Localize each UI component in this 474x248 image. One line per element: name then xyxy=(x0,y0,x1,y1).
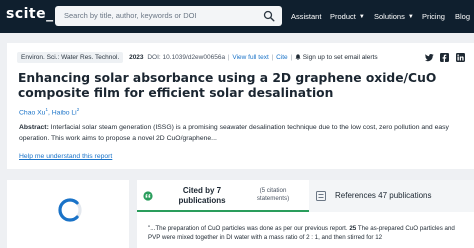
article-title: Enhancing solar absorbance using a 2D gr… xyxy=(18,71,437,100)
abstract: Abstract: Interfacial solar steam genera… xyxy=(19,123,464,144)
references-icon xyxy=(316,191,326,201)
article-meta-row: Environ. Sci.: Water Res. Technol. 2023 … xyxy=(17,52,378,63)
author-affiliation-number: 2 xyxy=(76,107,80,112)
facebook-icon[interactable] xyxy=(440,53,449,62)
scite-logo[interactable]: scite_ xyxy=(6,6,54,22)
chevron-down-icon: ▼ xyxy=(358,14,365,20)
search-icon[interactable] xyxy=(263,10,275,22)
search-bar[interactable]: Search by title, author, keywords or DOI xyxy=(55,6,282,26)
nav-solutions[interactable]: Solutions ▼ xyxy=(374,12,414,21)
abstract-label: Abstract: xyxy=(19,124,49,131)
bell-icon[interactable] xyxy=(295,54,301,60)
citation-statement: "...The preparation of CuO particles was… xyxy=(148,225,468,243)
email-alerts-link[interactable]: Sign up to set email alerts xyxy=(303,54,378,61)
article-card: Environ. Sci.: Water Res. Technol. 2023 … xyxy=(7,43,474,169)
nav-product[interactable]: Product ▼ xyxy=(330,12,365,21)
nav-solutions-label: Solutions xyxy=(374,12,405,21)
author-link[interactable]: Haibo Li xyxy=(52,109,77,116)
divider: | xyxy=(271,54,274,61)
doi-text: DOI: 10.1039/d2ew00656a xyxy=(147,54,226,61)
journal-badge[interactable]: Environ. Sci.: Water Res. Technol. xyxy=(17,52,124,63)
citation-statements-count: (5 citation statements) xyxy=(256,187,290,202)
publication-year: 2023 xyxy=(129,54,144,61)
abstract-text: Interfacial solar steam generation (ISSG… xyxy=(19,124,449,142)
nav-blog[interactable]: Blog xyxy=(455,12,470,21)
citation-reference-number[interactable]: 25 xyxy=(349,225,356,232)
author-link[interactable]: Chao Xu xyxy=(19,109,45,116)
nav-product-label: Product xyxy=(330,12,356,21)
twitter-icon[interactable] xyxy=(425,53,434,62)
help-understand-link[interactable]: Help me understand this report xyxy=(19,153,112,160)
citation-text-before: "...The preparation of CuO particles was… xyxy=(148,225,348,232)
cite-link[interactable]: Cite xyxy=(276,54,288,61)
loading-panel xyxy=(7,180,129,248)
nav-assistant[interactable]: Assistant xyxy=(291,12,321,21)
linkedin-icon[interactable] xyxy=(456,53,465,62)
tab-references[interactable]: References 47 publications xyxy=(309,180,474,212)
cited-by-count: Cited by 7 publications xyxy=(178,186,226,205)
tab-cited-by[interactable]: Cited by 7 publications (5 citation stat… xyxy=(137,180,309,212)
chevron-down-icon: ▼ xyxy=(407,14,414,20)
author-list: Chao Xu1, Haibo Li2 xyxy=(19,107,79,116)
references-count: References 47 publications xyxy=(335,191,432,200)
nav-pricing[interactable]: Pricing xyxy=(422,12,445,21)
citation-statements-icon xyxy=(143,191,153,201)
citations-panel: Cited by 7 publications (5 citation stat… xyxy=(137,180,474,248)
top-navbar: scite_ Search by title, author, keywords… xyxy=(0,0,474,33)
divider: | xyxy=(227,54,230,61)
view-full-text-link[interactable]: View full text xyxy=(232,54,268,61)
search-placeholder[interactable]: Search by title, author, keywords or DOI xyxy=(64,11,197,20)
loading-spinner-icon xyxy=(58,198,82,222)
divider: | xyxy=(290,54,293,61)
